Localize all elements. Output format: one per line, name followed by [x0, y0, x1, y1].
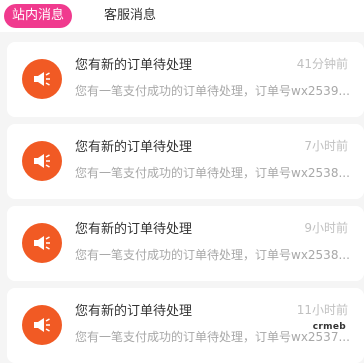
speaker-icon — [22, 305, 62, 345]
speaker-icon — [22, 141, 62, 181]
message-title: 您有新的订单待处理 — [75, 218, 192, 237]
message-card[interactable]: 您有新的订单待处理 9小时前 您有一笔支付成功的订单待处理，订单号wx2538.… — [7, 206, 364, 281]
message-title: 您有新的订单待处理 — [75, 136, 192, 155]
message-tabs-bar: 站内消息 客服消息 — [0, 0, 364, 32]
tab-customer-service-messages[interactable]: 客服消息 — [96, 4, 164, 28]
message-time: 9小时前 — [304, 219, 348, 236]
tab-site-messages[interactable]: 站内消息 — [4, 4, 72, 28]
message-card[interactable]: 您有新的订单待处理 11小时前 您有一笔支付成功的订单待处理，订单号wx2537… — [7, 288, 364, 363]
message-time: 7小时前 — [304, 137, 348, 154]
watermark-logo: crmeb — [313, 322, 346, 332]
message-description: 您有一笔支付成功的订单待处理，订单号wx2539... — [75, 82, 350, 99]
speaker-icon — [22, 223, 62, 263]
message-description: 您有一笔支付成功的订单待处理，订单号wx2538... — [75, 246, 350, 263]
message-time: 41分钟前 — [297, 55, 348, 72]
message-card[interactable]: 您有新的订单待处理 7小时前 您有一笔支付成功的订单待处理，订单号wx2538.… — [7, 124, 364, 199]
message-title: 您有新的订单待处理 — [75, 54, 192, 73]
message-description: 您有一笔支付成功的订单待处理，订单号wx2537... — [75, 328, 350, 345]
message-title: 您有新的订单待处理 — [75, 300, 192, 319]
message-card[interactable]: 您有新的订单待处理 41分钟前 您有一笔支付成功的订单待处理，订单号wx2539… — [7, 42, 364, 117]
message-time: 11小时前 — [297, 301, 348, 318]
speaker-icon — [22, 59, 62, 99]
message-description: 您有一笔支付成功的订单待处理，订单号wx2538... — [75, 164, 350, 181]
